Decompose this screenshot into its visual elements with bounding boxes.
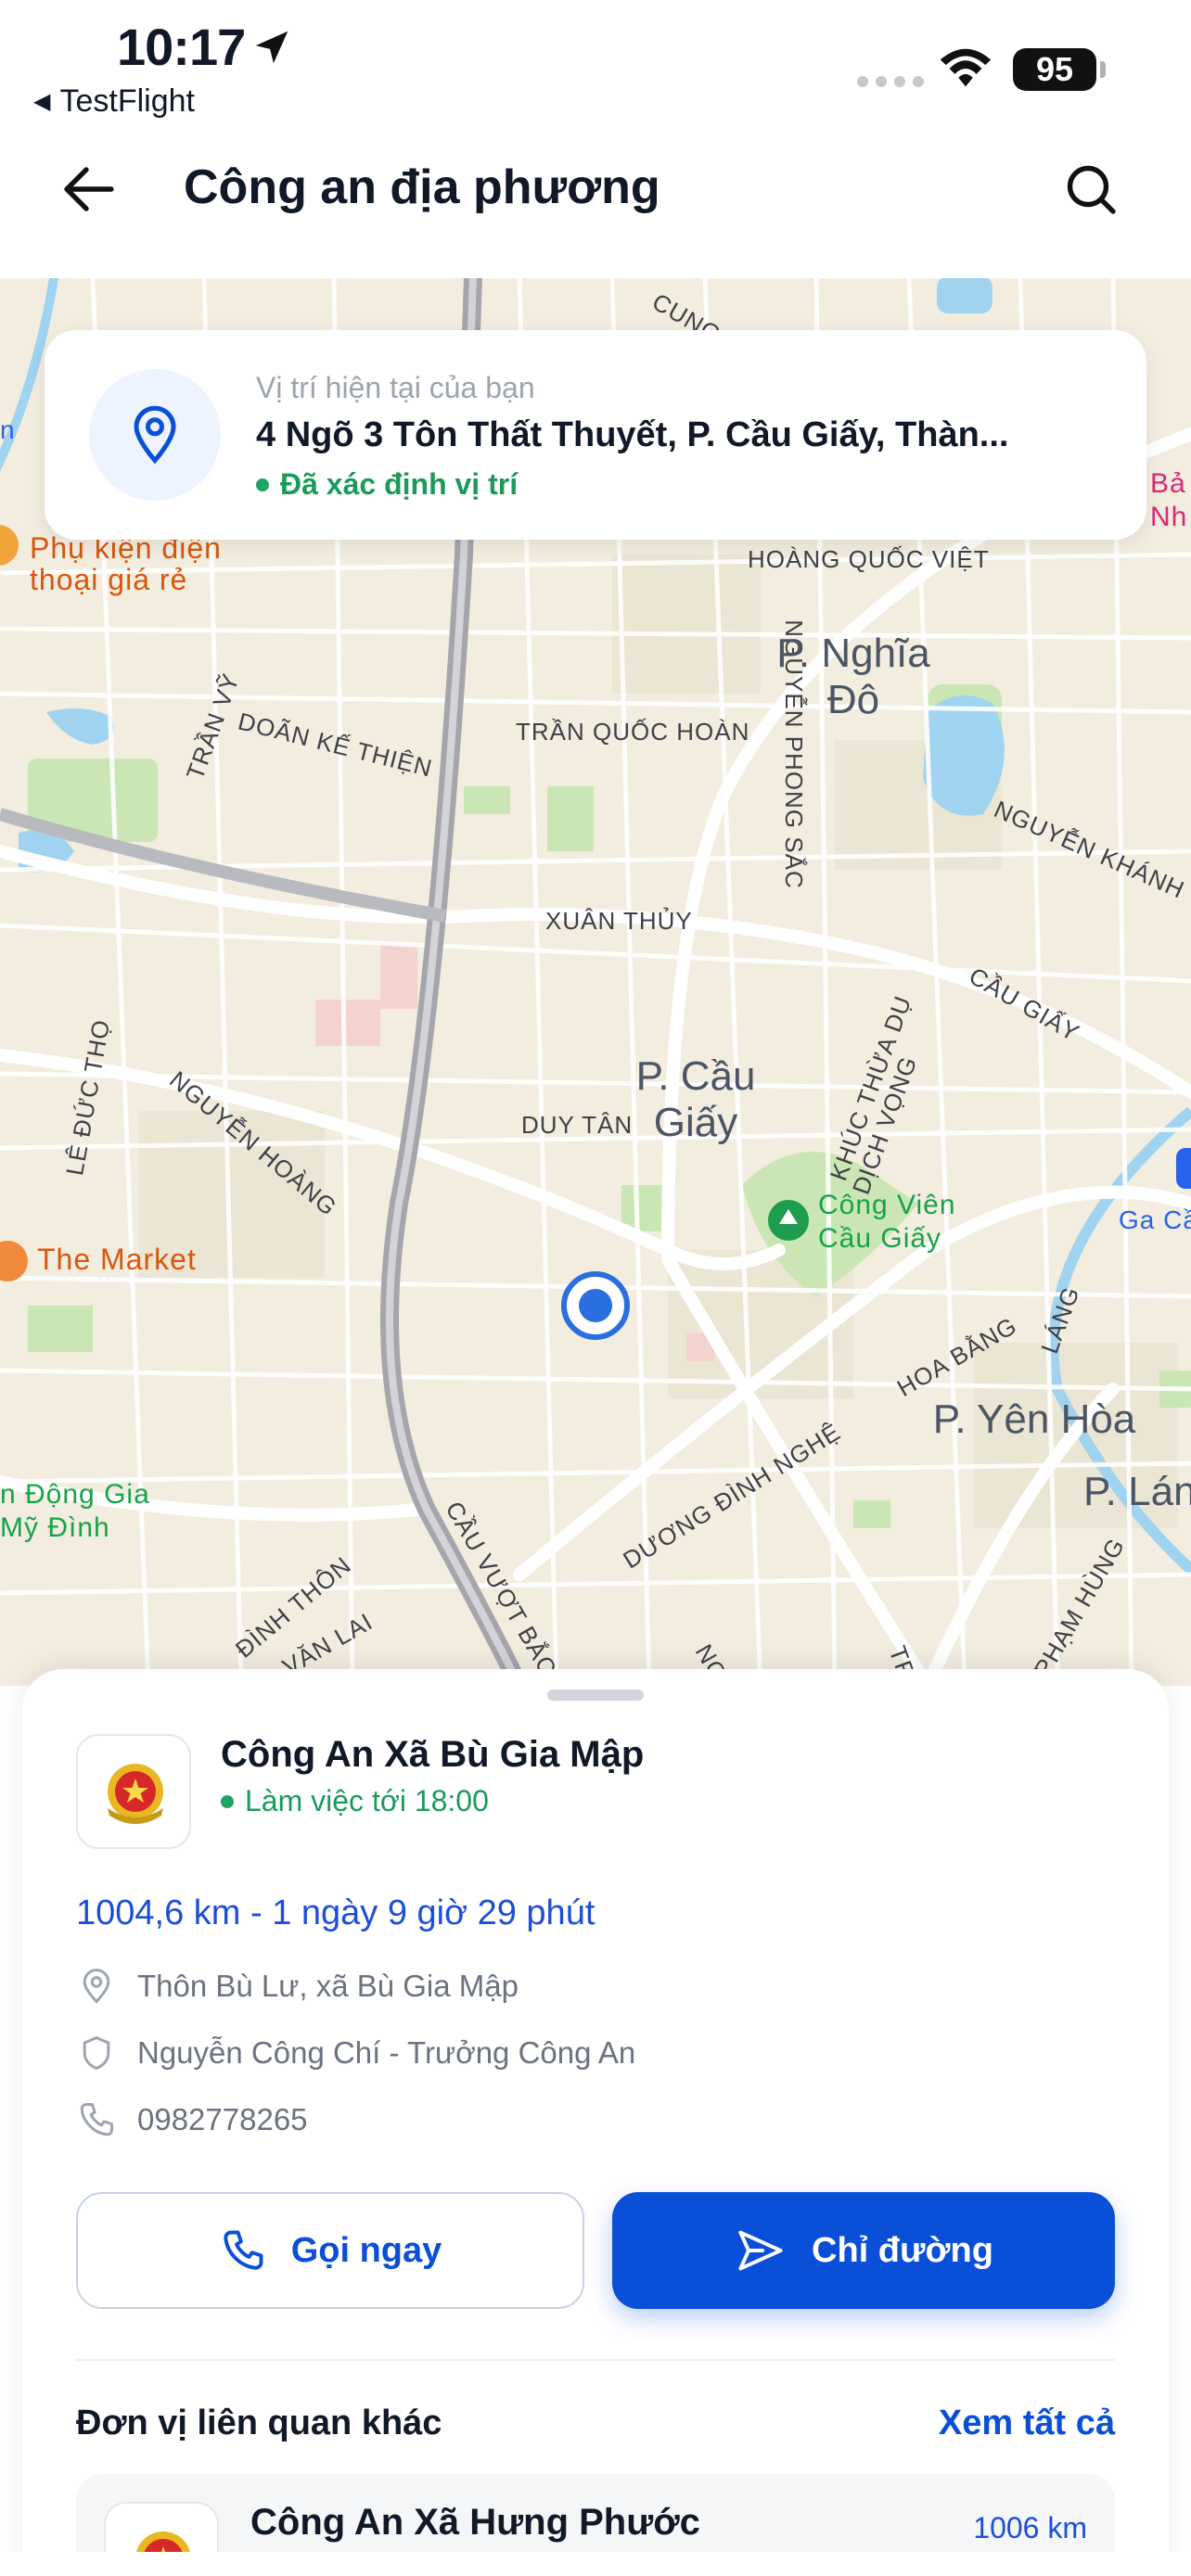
station-bottom-sheet[interactable]: Công An Xã Bù Gia Mập Làm việc tới 18:00… — [22, 1669, 1169, 2576]
street-label: TRẦN QUỐC HOÀN — [516, 718, 750, 746]
related-station-distance: 1006 km — [973, 2511, 1087, 2544]
call-now-button[interactable]: Gọi ngay — [76, 2192, 584, 2309]
station-head: Nguyễn Công Chí - Trưởng Công An — [137, 2035, 636, 2070]
area-label: P. Nghĩa Đô — [776, 631, 930, 722]
location-address: 4 Ngõ 3 Tôn Thất Thuyết, P. Cầu Giấy, Th… — [256, 415, 1009, 454]
station-name: Công An Xã Bù Gia Mập — [221, 1734, 645, 1775]
station-distance: 1004,6 km - 1 ngày 9 giờ 29 phút — [76, 1894, 596, 1932]
location-pin-icon — [134, 405, 176, 465]
area-label: P. Lán — [1083, 1469, 1191, 1514]
status-dot-icon — [256, 478, 269, 491]
poi-van-dong[interactable]: n Động Gia Mỹ Đình — [0, 1478, 158, 1545]
police-emblem-logo — [76, 1734, 191, 1849]
map-pin-icon — [83, 1969, 110, 2004]
send-arrow-icon — [738, 2230, 783, 2271]
poi-bao-tang[interactable]: Bả Nh — [1150, 467, 1191, 534]
directions-button[interactable]: Chỉ đường — [612, 2192, 1115, 2309]
map-edge-label: n — [0, 415, 16, 444]
back-triangle-icon: ◀ — [33, 89, 51, 114]
poi-phu-kien[interactable]: Phụ kiện điện thoại giá rẻ — [30, 532, 234, 595]
station-phone-row[interactable]: 0982778265 — [76, 2099, 308, 2140]
search-icon[interactable] — [1057, 156, 1124, 223]
open-status-dot-icon — [221, 1794, 234, 1808]
cellular-signal-icon — [857, 76, 924, 87]
battery-icon: 95 — [1013, 48, 1096, 91]
call-now-label: Gọi ngay — [290, 2230, 442, 2270]
arrow-left-icon[interactable] — [56, 156, 122, 223]
sheet-grabber[interactable] — [547, 1690, 644, 1701]
poi-ga[interactable]: Ga Cầ — [1119, 1205, 1191, 1235]
related-section-title: Đơn vị liên quan khác — [76, 2404, 442, 2442]
station-address-row: Thôn Bù Lư, xã Bù Gia Mập — [76, 1966, 519, 2007]
location-status: Đã xác định vị trí — [256, 467, 518, 502]
wifi-icon — [940, 48, 992, 87]
shield-icon — [83, 2036, 110, 2070]
poi-cong-vien[interactable]: Công Viên Cầu Giấy — [818, 1189, 967, 1256]
station-head-row: Nguyễn Công Chí - Trưởng Công An — [76, 2033, 635, 2073]
location-arrow-icon — [255, 31, 288, 64]
poi-the-market[interactable]: The Market — [37, 1243, 197, 1277]
station-phone[interactable]: 0982778265 — [137, 2102, 308, 2137]
back-app-label: TestFlight — [59, 83, 195, 119]
related-station-name: Công An Xã Hưng Phước — [250, 2502, 700, 2543]
page-title: Công an địa phương — [184, 160, 660, 214]
status-bar: 10:17 ◀ TestFlight 95 — [0, 0, 1191, 130]
area-label: P. Yên Hòa — [932, 1396, 1136, 1442]
street-label: XUÂN THỦY — [545, 907, 693, 935]
phone-icon — [224, 2230, 263, 2270]
location-label: Vị trí hiện tại của bạn — [256, 371, 535, 404]
location-status-text: Đã xác định vị trí — [280, 467, 519, 501]
section-divider — [76, 2359, 1115, 2361]
station-hours: Làm việc tới 18:00 — [221, 1784, 489, 1818]
station-hours-text: Làm việc tới 18:00 — [245, 1784, 489, 1817]
directions-label: Chỉ đường — [812, 2230, 993, 2270]
location-pin-badge — [89, 369, 221, 501]
street-label: HOÀNG QUỐC VIỆT — [748, 545, 990, 573]
phone-icon — [80, 2103, 113, 2136]
status-time: 10:17 — [117, 18, 246, 76]
station-address: Thôn Bù Lư, xã Bù Gia Mập — [137, 1969, 519, 2003]
app-header: Công an địa phương — [0, 130, 1191, 278]
current-location-card[interactable]: Vị trí hiện tại của bạn 4 Ngõ 3 Tôn Thất… — [45, 330, 1146, 540]
battery-tip — [1100, 61, 1106, 78]
home-indicator-area — [0, 2552, 1191, 2576]
area-label: P. Cầu Giấy — [635, 1053, 756, 1145]
see-all-link[interactable]: Xem tất cả — [939, 2404, 1115, 2443]
back-to-app-link[interactable]: ◀ TestFlight — [33, 83, 195, 120]
police-emblem-icon — [108, 1764, 163, 1824]
